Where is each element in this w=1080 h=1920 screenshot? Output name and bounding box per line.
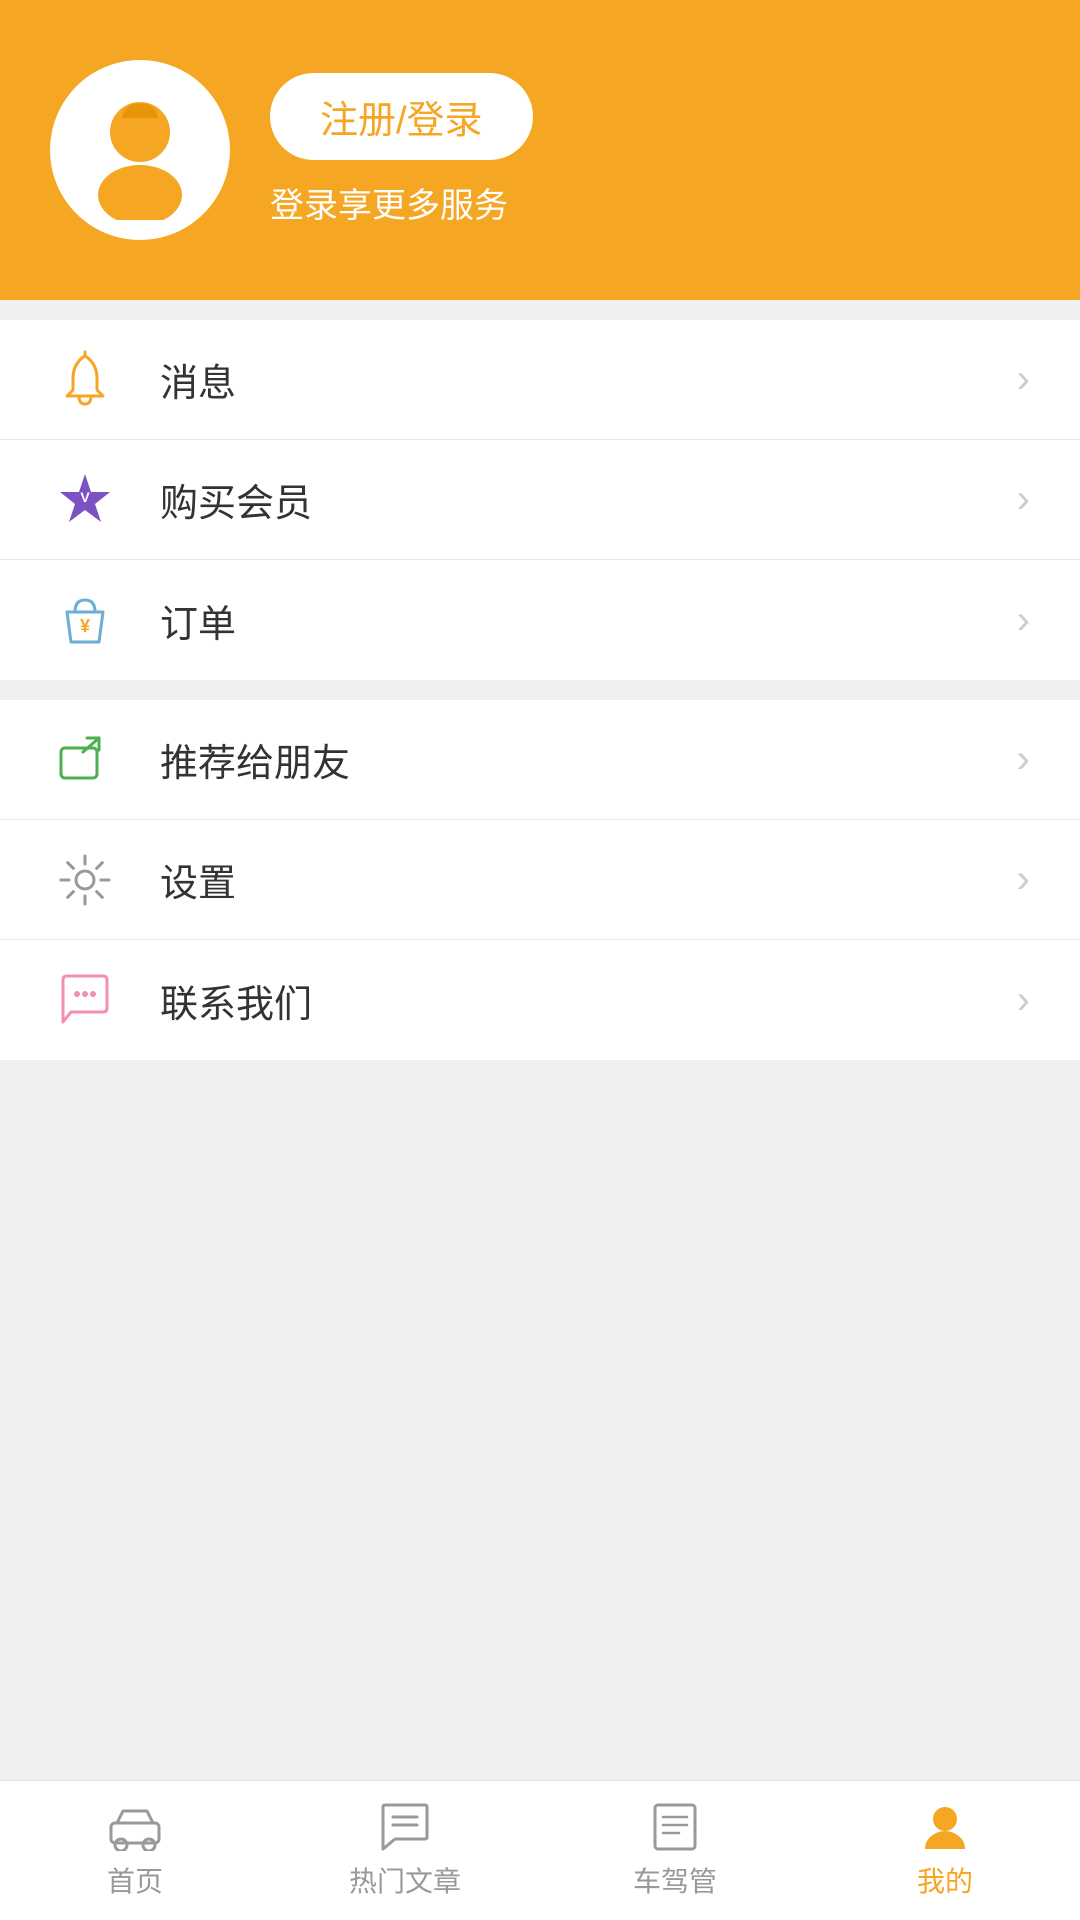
menu-section-2: 推荐给朋友 › 设置 › 联系我们 ›: [0, 700, 1080, 1060]
bell-icon: [50, 345, 120, 415]
settings-icon: [50, 845, 120, 915]
menu-item-orders[interactable]: ¥ 订单 ›: [0, 560, 1080, 680]
contact-arrow: ›: [1017, 978, 1030, 1023]
menu-item-messages[interactable]: 消息 ›: [0, 320, 1080, 440]
menu-item-vip[interactable]: V 购买会员 ›: [0, 440, 1080, 560]
articles-nav-label: 热门文章: [349, 1860, 461, 1900]
home-nav-label: 首页: [107, 1860, 163, 1900]
article-icon: [375, 1802, 435, 1852]
nav-item-home[interactable]: 首页: [0, 1802, 270, 1900]
chat-icon: [50, 965, 120, 1035]
section-divider-1: [0, 300, 1080, 320]
empty-area: [0, 1060, 1080, 1860]
orders-arrow: ›: [1017, 598, 1030, 643]
bottom-navigation: 首页 热门文章 车驾管: [0, 1780, 1080, 1920]
vip-label: 购买会员: [160, 472, 1017, 527]
nav-item-mine[interactable]: 我的: [810, 1802, 1080, 1900]
profile-header: 注册/登录 登录享更多服务: [0, 0, 1080, 300]
order-icon: ¥: [50, 585, 120, 655]
section-divider-2: [0, 680, 1080, 700]
home-icon: [105, 1802, 165, 1852]
svg-text:V: V: [80, 489, 90, 505]
menu-item-contact[interactable]: 联系我们 ›: [0, 940, 1080, 1060]
driving-nav-label: 车驾管: [633, 1860, 717, 1900]
messages-label: 消息: [160, 352, 1017, 407]
vip-arrow: ›: [1017, 477, 1030, 522]
recommend-label: 推荐给朋友: [160, 732, 1017, 787]
menu-item-settings[interactable]: 设置 ›: [0, 820, 1080, 940]
nav-item-driving[interactable]: 车驾管: [540, 1802, 810, 1900]
menu-section-1: 消息 › V 购买会员 › ¥ 订单 ›: [0, 320, 1080, 680]
avatar: [50, 60, 230, 240]
contact-label: 联系我们: [160, 973, 1017, 1028]
driving-icon: [645, 1802, 705, 1852]
settings-label: 设置: [160, 852, 1017, 907]
header-info: 注册/登录 登录享更多服务: [270, 73, 533, 227]
vip-icon: V: [50, 465, 120, 535]
login-register-button[interactable]: 注册/登录: [270, 73, 533, 160]
settings-arrow: ›: [1017, 857, 1030, 902]
orders-label: 订单: [160, 593, 1017, 648]
login-subtitle: 登录享更多服务: [270, 178, 533, 227]
avatar-icon: [70, 80, 210, 220]
mine-icon: [915, 1802, 975, 1852]
messages-arrow: ›: [1017, 357, 1030, 402]
svg-text:¥: ¥: [80, 616, 90, 636]
menu-item-recommend[interactable]: 推荐给朋友 ›: [0, 700, 1080, 820]
recommend-arrow: ›: [1017, 737, 1030, 782]
nav-item-articles[interactable]: 热门文章: [270, 1802, 540, 1900]
share-icon: [50, 725, 120, 795]
mine-nav-label: 我的: [917, 1860, 973, 1900]
